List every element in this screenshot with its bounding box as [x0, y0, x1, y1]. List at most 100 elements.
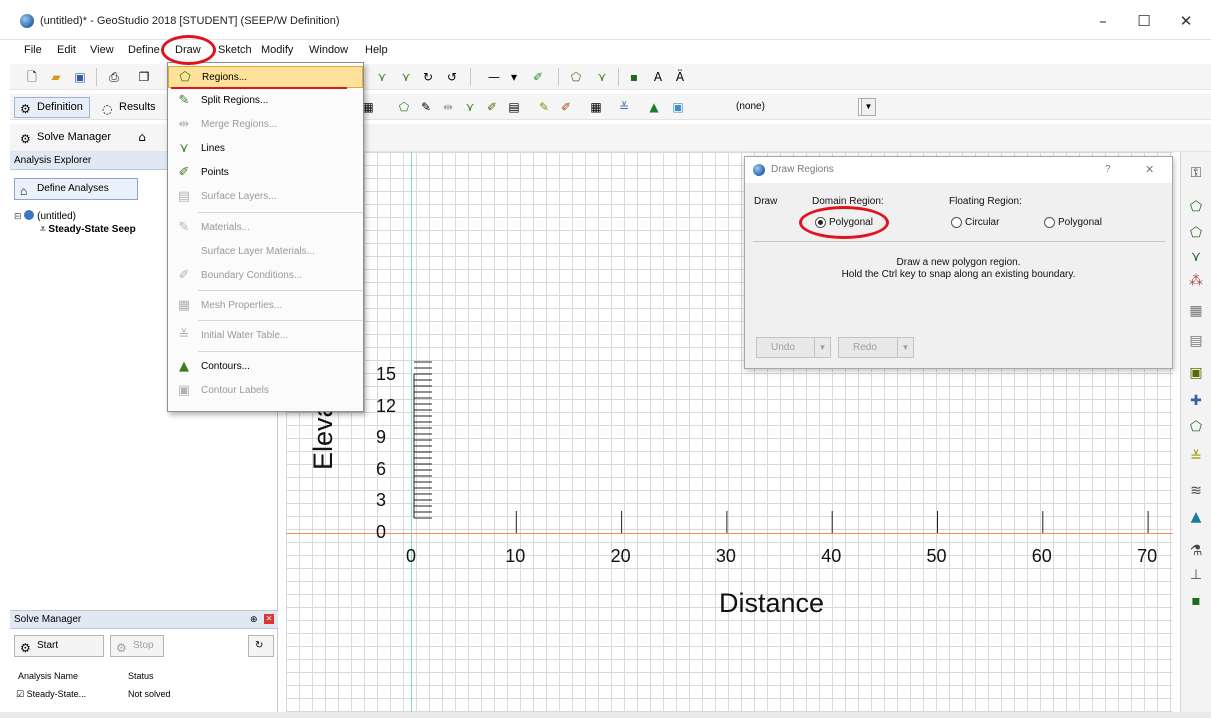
sketch-text-icon[interactable]: ▪	[626, 69, 642, 85]
draw-menu-item-contour-labels[interactable]: ▣ Contour Labels	[168, 380, 363, 402]
water-table-icon[interactable]: ≚	[1187, 448, 1205, 466]
menu-define[interactable]: Define	[128, 44, 160, 56]
color-icon[interactable]: ⚗	[1187, 542, 1205, 560]
copy-icon[interactable]: ❐	[136, 69, 152, 85]
dialog-close-icon[interactable]: ✕	[1145, 157, 1154, 183]
new-file-icon[interactable]: 🗋	[24, 69, 40, 85]
line-dropdown-icon[interactable]: ▾	[506, 69, 522, 85]
menu-view[interactable]: View	[90, 44, 114, 56]
floating-polygonal-radio[interactable]	[1044, 217, 1055, 228]
draw-menu-item-boundary-conditions[interactable]: ✐ Boundary Conditions...	[168, 265, 363, 287]
sketch-points-icon[interactable]: ⋎	[594, 69, 610, 85]
sketch-polyline-icon[interactable]: ⬠	[568, 69, 584, 85]
draw-menu-item-surface-layers[interactable]: ▤ Surface Layers...	[168, 186, 363, 208]
surface-tool-icon[interactable]: ▤	[506, 99, 522, 115]
menu-sketch[interactable]: Sketch	[218, 44, 252, 56]
floating-circular-radio[interactable]	[951, 217, 962, 228]
solve-manager-toolbar-button[interactable]: ⚙ Solve Manager	[14, 127, 118, 148]
menu-edit[interactable]: Edit	[57, 44, 76, 56]
panel-close-icon[interactable]: ✕	[264, 614, 274, 624]
line-color-icon[interactable]: ✐	[530, 69, 546, 85]
analyses-icon[interactable]: ⌂	[134, 129, 150, 145]
draw-lines-icon[interactable]: ⋎	[374, 69, 390, 85]
sketch-icon[interactable]: ▪	[1187, 592, 1205, 610]
draw-line-icon[interactable]: ⋎	[398, 69, 414, 85]
grid-icon[interactable]: ▤	[1187, 332, 1205, 350]
help-icon[interactable]: ?	[1105, 157, 1111, 183]
rotate-back-icon[interactable]: ↺	[444, 69, 460, 85]
minimize-button[interactable]: –	[1083, 8, 1123, 34]
undo-button[interactable]: Undo ▼	[756, 337, 831, 358]
line-style-icon[interactable]: —	[486, 69, 502, 85]
materials-tool-icon[interactable]: ✎	[536, 99, 552, 115]
points-tool-icon[interactable]: ✐	[484, 99, 500, 115]
start-button[interactable]: ⚙ Start	[14, 635, 104, 657]
draw-menu-item-split-regions[interactable]: ✎ Split Regions...	[168, 90, 363, 112]
draw-menu-item-lines[interactable]: ⋎ Lines	[168, 138, 363, 160]
materials-icon[interactable]: ▣	[1187, 364, 1205, 382]
stop-button[interactable]: ⚙ Stop	[110, 635, 164, 657]
draw-menu-item-merge-regions[interactable]: ⇹ Merge Regions...	[168, 114, 363, 136]
draw-menu-item-surface-layer-materials[interactable]: Surface Layer Materials...	[168, 241, 363, 263]
save-icon[interactable]: ▣	[72, 69, 88, 85]
sketch-font-icon[interactable]: Ä	[672, 69, 688, 85]
close-button[interactable]: ✕	[1166, 8, 1206, 34]
open-folder-icon[interactable]: ▰	[48, 69, 64, 85]
draw-menu-item-initial-water-table[interactable]: ≚ Initial Water Table...	[168, 325, 363, 347]
mesh-icon[interactable]: ▦	[1187, 302, 1205, 320]
draw-regions-icon[interactable]: ⬠	[1187, 198, 1205, 216]
contours-icon[interactable]: ▲	[1187, 508, 1205, 526]
pin-icon[interactable]: ⊕	[250, 614, 258, 625]
toolbar-combo-dropdown[interactable]: ▼	[858, 98, 876, 116]
sketch-axes-icon[interactable]: A	[650, 69, 666, 85]
contour-labels-tool-icon[interactable]: ▣	[670, 99, 686, 115]
redo-dropdown-icon[interactable]: ▼	[897, 338, 913, 357]
checkbox[interactable]: ☑	[16, 689, 24, 699]
split-tool-icon[interactable]: ✎	[418, 99, 434, 115]
geostudio-app-icon	[20, 14, 34, 28]
menu-modify[interactable]: Modify	[261, 44, 293, 56]
merge-tool-icon[interactable]: ⇹	[440, 99, 456, 115]
definition-tab[interactable]: ⚙ Definition	[14, 97, 90, 118]
table-row[interactable]: ☑ Steady-State...	[16, 689, 86, 700]
lines-icon[interactable]: ⬠	[1187, 418, 1205, 436]
axes-icon[interactable]: ⊥	[1187, 566, 1205, 584]
lines-tool-icon[interactable]: ⋎	[462, 99, 478, 115]
maximize-button[interactable]: ☐	[1124, 8, 1164, 34]
y-tick-label: 9	[376, 427, 387, 447]
dialog-divider	[753, 241, 1165, 242]
define-analyses-button[interactable]: ⌂ Define Analyses	[14, 178, 138, 200]
tree-root[interactable]: ⊟ (untitled)	[14, 210, 76, 222]
tree-item-analysis[interactable]: ⩡ Steady-State Seep	[40, 224, 136, 235]
water-table-tool-icon[interactable]: ≚	[616, 99, 632, 115]
draw-menu-item-contours[interactable]: ▲ Contours...	[168, 356, 363, 378]
split-regions-icon: ✎	[178, 93, 190, 108]
menu-window[interactable]: Window	[309, 44, 348, 56]
draw-menu-item-label: Points	[201, 167, 229, 178]
point-labels-icon[interactable]: ⁂	[1187, 272, 1205, 290]
undo-dropdown-icon[interactable]: ▼	[814, 338, 830, 357]
refresh-button[interactable]: ↻	[248, 635, 274, 657]
properties-icon[interactable]: ⚿	[1187, 164, 1205, 182]
contours-tool-icon[interactable]: ▲	[646, 99, 662, 115]
draw-points-icon[interactable]: ⋎	[1187, 248, 1205, 266]
boundary-tool-icon[interactable]: ✐	[558, 99, 574, 115]
menu-help[interactable]: Help	[365, 44, 388, 56]
menu-file[interactable]: File	[24, 44, 42, 56]
draw-menu-item-materials[interactable]: ✎ Materials...	[168, 217, 363, 239]
tree-collapse-icon[interactable]: ⊟	[14, 211, 22, 221]
draw-menu-item-points[interactable]: ✐ Points	[168, 162, 363, 184]
mesh-tool-icon[interactable]: ▦	[588, 99, 604, 115]
print-icon[interactable]: ⎙	[106, 69, 122, 85]
results-tab[interactable]: ◌ Results	[96, 97, 163, 118]
stop-label: Stop	[133, 640, 154, 651]
draw-menu-item-mesh-properties[interactable]: ▦ Mesh Properties...	[168, 295, 363, 317]
rotate-icon[interactable]: ↻	[420, 69, 436, 85]
regions-tool-icon[interactable]: ⬠	[396, 99, 412, 115]
split-regions-icon[interactable]: ⬠	[1187, 224, 1205, 242]
draw-menu-item-regions[interactable]: ⬠ Regions...	[168, 66, 363, 88]
flux-icon[interactable]: ≋	[1187, 482, 1205, 500]
x-tick-label: 40	[821, 546, 842, 566]
boundary-icon[interactable]: ✚	[1187, 392, 1205, 410]
redo-button[interactable]: Redo ▼	[838, 337, 914, 358]
